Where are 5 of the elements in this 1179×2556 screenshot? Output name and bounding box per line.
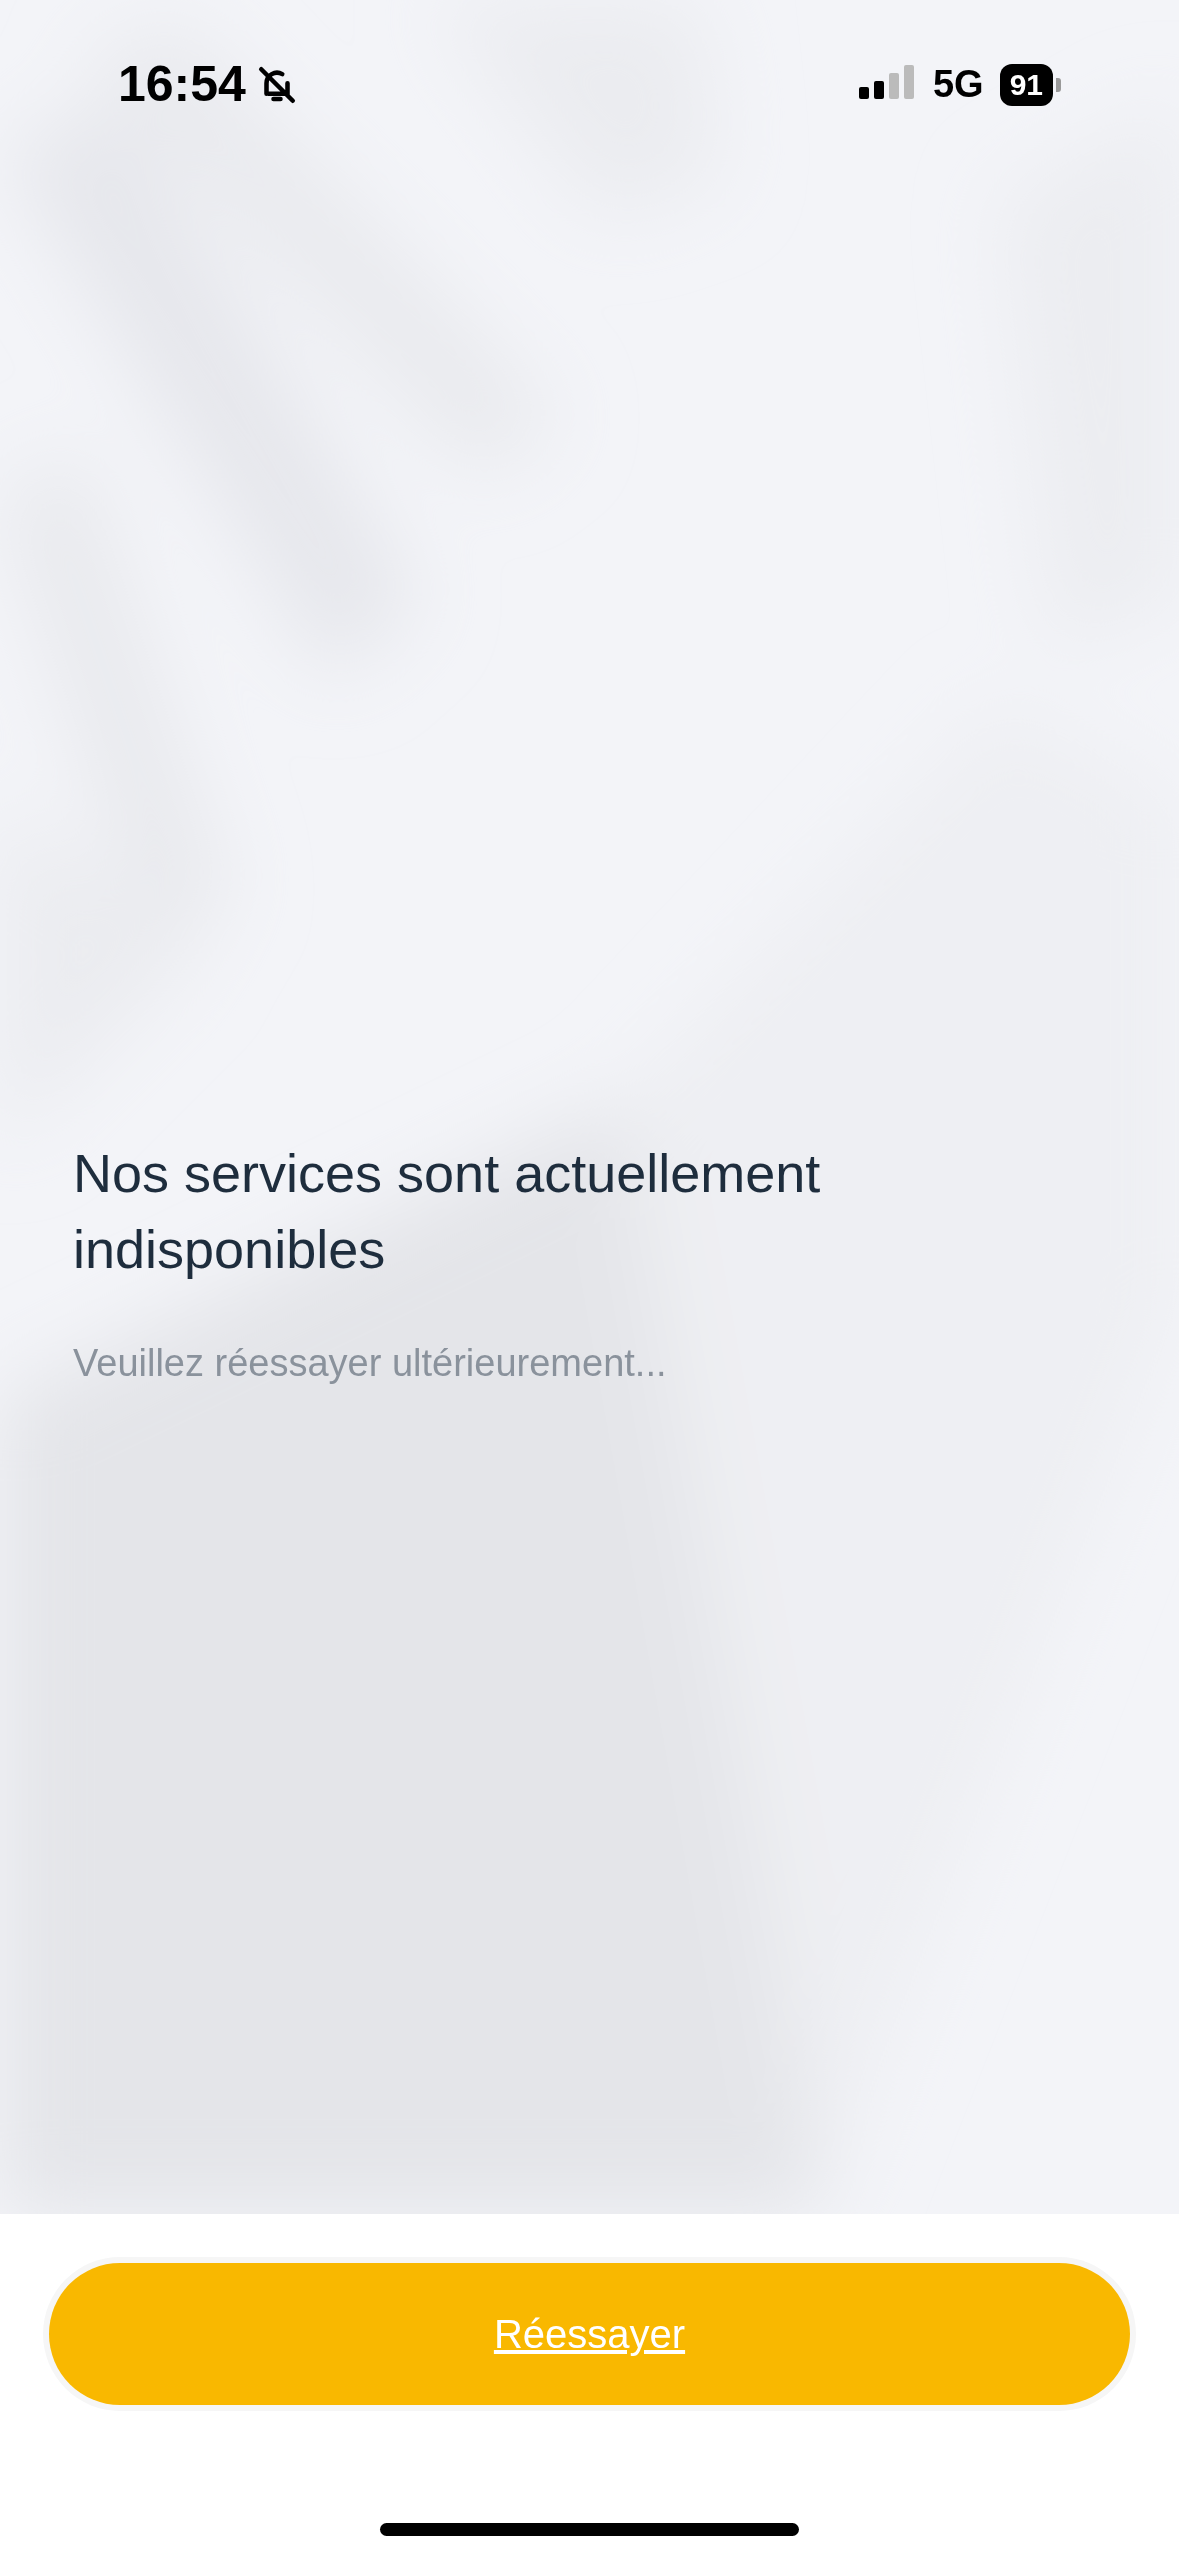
error-title: Nos services sont actuellement indisponibles [73, 1142, 822, 1281]
status-time: 16:54 [118, 55, 246, 114]
error-subtitle: Veuillez réessayer ultérieurement... [73, 1341, 668, 1386]
network-type: 5G [932, 62, 984, 107]
battery-cap-icon [1056, 77, 1061, 92]
